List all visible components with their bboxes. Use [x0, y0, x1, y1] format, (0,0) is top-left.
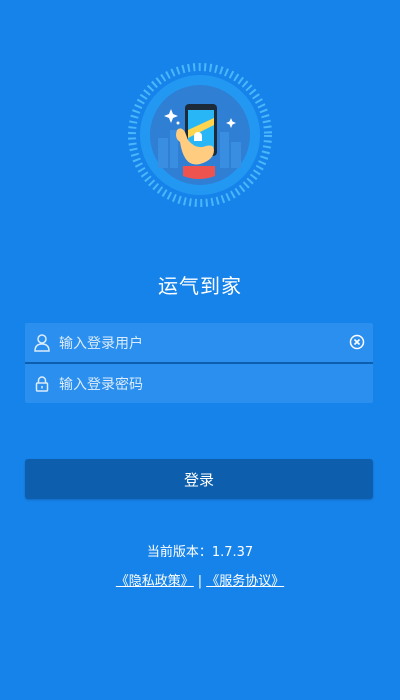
version-text: 当前版本：1.7.37 — [146, 545, 254, 560]
app-logo — [125, 60, 275, 210]
user-icon — [34, 334, 50, 352]
login-button[interactable]: 登录 — [25, 459, 373, 499]
username-input[interactable] — [57, 329, 341, 359]
clear-icon[interactable] — [349, 334, 365, 350]
phone-in-hand-logo-icon — [128, 63, 272, 207]
username-row — [25, 323, 373, 364]
lock-icon — [35, 376, 49, 392]
password-input[interactable] — [57, 370, 341, 400]
password-row — [25, 364, 373, 404]
app-title: 运气到家 — [158, 274, 242, 298]
login-form — [25, 323, 373, 403]
service-agreement-link[interactable]: 《服务协议》 — [206, 574, 284, 589]
privacy-policy-link[interactable]: 《隐私政策》 — [116, 574, 194, 589]
link-separator: | — [197, 574, 203, 589]
legal-links: 《隐私政策》 | 《服务协议》 — [0, 570, 400, 589]
